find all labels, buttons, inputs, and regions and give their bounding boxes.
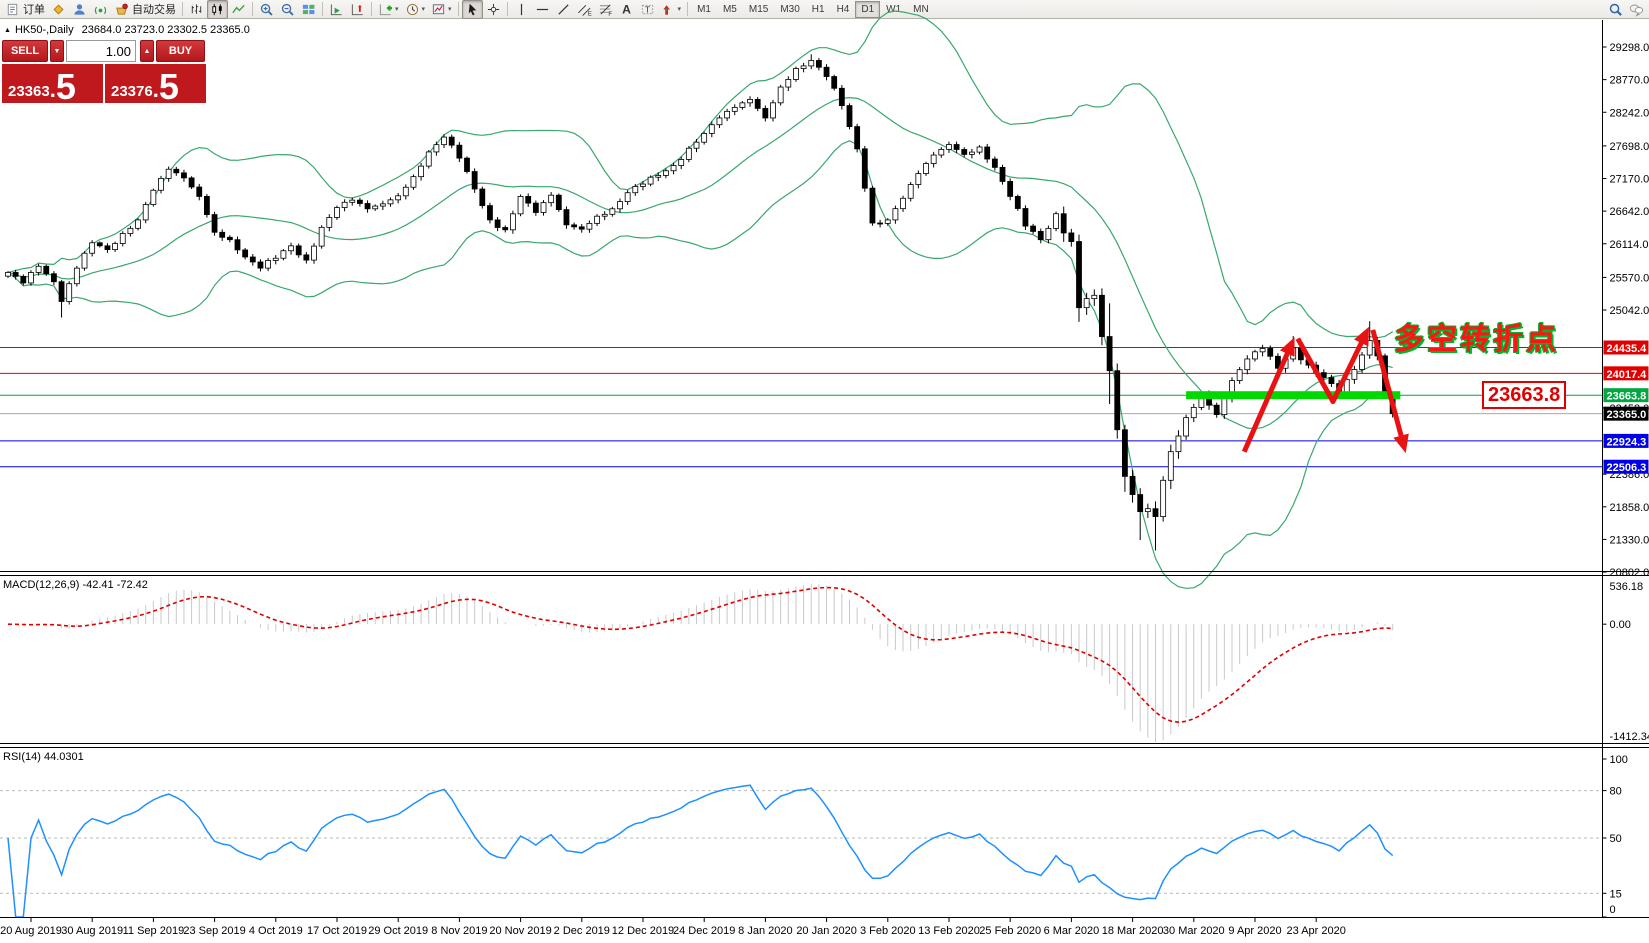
rsi-axis-label: 80: [1610, 786, 1622, 798]
volume-increase-button[interactable]: ▲: [140, 40, 154, 62]
rsi-pane: [0, 785, 1603, 917]
price-tick-label: 27170.0: [1610, 174, 1649, 186]
date-tick-label: 8 Jan 2020: [738, 925, 792, 937]
rsi-line: [8, 785, 1393, 917]
rsi-axis-label: 15: [1610, 888, 1622, 900]
ask-price-box[interactable]: 23376 . 5: [105, 64, 206, 103]
bollinger-lower-band: [8, 141, 1393, 589]
level-axis-label: 23365.0: [1607, 409, 1647, 421]
macd-pane: [8, 584, 1393, 742]
rsi-indicator-label: RSI(14) 44.0301: [3, 751, 84, 763]
chart-title: ▲ HK50-,Daily 23684.0 23723.0 23302.5 23…: [4, 24, 250, 36]
ask-integer: 23376: [111, 84, 153, 102]
volume-decrease-button[interactable]: ▼: [50, 40, 64, 62]
date-tick-label: 20 Nov 2019: [489, 925, 551, 937]
price-box-annotation: 23663.8: [1482, 381, 1566, 409]
date-tick-label: 25 Feb 2020: [979, 925, 1041, 937]
date-tick-label: 29 Oct 2019: [368, 925, 428, 937]
rsi-axis-label: 50: [1610, 833, 1622, 845]
price-tick-label: 28770.0: [1610, 75, 1649, 87]
date-tick-label: 24 Dec 2019: [673, 925, 735, 937]
bid-fraction: 5: [56, 72, 76, 102]
trading-terminal-window: 订单自动交易▾▾▾EFAT▾M1M5M15M30H1H4D1W1MN 29298…: [0, 0, 1649, 943]
price-tick-label: 27698.0: [1610, 141, 1649, 153]
date-tick-label: 18 Mar 2020: [1102, 925, 1164, 937]
price-tick-label: 21330.0: [1610, 534, 1649, 546]
date-axis[interactable]: 20 Aug 201930 Aug 201911 Sep 201923 Sep …: [0, 918, 1346, 938]
date-tick-label: 2 Dec 2019: [554, 925, 610, 937]
green-zone-bar[interactable]: [1186, 391, 1400, 399]
bollinger-middle-band: [8, 98, 1393, 429]
date-tick-label: 13 Feb 2020: [918, 925, 980, 937]
date-tick-label: 4 Oct 2019: [249, 925, 303, 937]
macd-axis-label: -1412.34: [1610, 731, 1649, 743]
bid-integer: 23363: [8, 84, 50, 102]
date-tick-label: 20 Aug 2019: [0, 925, 62, 937]
level-axis-label: 23663.8: [1607, 391, 1647, 403]
date-tick-label: 30 Aug 2019: [61, 925, 123, 937]
price-tick-label: 28242.0: [1610, 107, 1649, 119]
collapse-triangle-icon[interactable]: ▲: [4, 27, 11, 34]
date-tick-label: 23 Apr 2020: [1287, 925, 1346, 937]
sell-button[interactable]: SELL: [2, 40, 48, 62]
main-price-pane: [0, 11, 1603, 588]
rsi-axis-label: 100: [1610, 754, 1628, 766]
date-tick-label: 8 Nov 2019: [431, 925, 487, 937]
level-axis-label: 22924.3: [1607, 436, 1647, 448]
date-tick-label: 17 Oct 2019: [307, 925, 367, 937]
chart-symbol-label: HK50-,Daily: [15, 24, 74, 36]
price-tick-label: 29298.0: [1610, 42, 1649, 54]
buy-button[interactable]: BUY: [156, 40, 205, 62]
chart-canvas[interactable]: 29298.0 28770.0 28242.0 27698.0 27170.0 26642…: [0, 0, 1649, 943]
macd-signal-line: [8, 588, 1393, 723]
date-tick-label: 9 Apr 2020: [1228, 925, 1281, 937]
candlesticks: [6, 54, 1396, 550]
price-tick-label: 26114.0: [1610, 239, 1649, 251]
bid-price-box[interactable]: 23363 . 5: [2, 64, 103, 103]
ask-fraction: 5: [159, 72, 179, 102]
macd-axis-label: 536.18: [1610, 581, 1644, 593]
price-tick-label: 20802.0: [1610, 567, 1649, 579]
rsi-axis-label: 0: [1610, 904, 1616, 916]
volume-input[interactable]: [66, 40, 136, 62]
date-tick-label: 11 Sep 2019: [123, 925, 185, 937]
bollinger-upper-band: [8, 11, 1393, 338]
turning-point-annotation: 多空转折点: [1394, 314, 1559, 358]
level-axis-label: 24435.4: [1607, 343, 1648, 355]
macd-indicator-label: MACD(12,26,9) -42.41 -72.42: [3, 579, 148, 591]
level-axis-label: 22506.3: [1607, 462, 1647, 474]
price-tick-label: 25042.0: [1610, 305, 1649, 317]
level-axis-label: 24017.4: [1607, 369, 1648, 381]
one-click-trading-panel: SELL ▼ ▲ BUY 23363 . 5 23376 . 5: [2, 40, 206, 103]
date-tick-label: 23 Sep 2019: [183, 925, 245, 937]
date-tick-label: 20 Jan 2020: [796, 925, 857, 937]
date-tick-label: 3 Feb 2020: [860, 925, 916, 937]
price-tick-label: 25570.0: [1610, 272, 1649, 284]
price-tick-label: 21858.0: [1610, 502, 1649, 514]
date-tick-label: 6 Mar 2020: [1044, 925, 1100, 937]
price-axis[interactable]: 29298.0 28770.0 28242.0 27698.0 27170.0 26642…: [1603, 20, 1649, 918]
chart-ohlc-values: 23684.0 23723.0 23302.5 23365.0: [82, 24, 250, 36]
date-tick-label: 30 Mar 2020: [1163, 925, 1225, 937]
price-tick-label: 26642.0: [1610, 206, 1649, 218]
macd-axis-label: 0.00: [1610, 619, 1631, 631]
date-tick-label: 12 Dec 2019: [612, 925, 674, 937]
